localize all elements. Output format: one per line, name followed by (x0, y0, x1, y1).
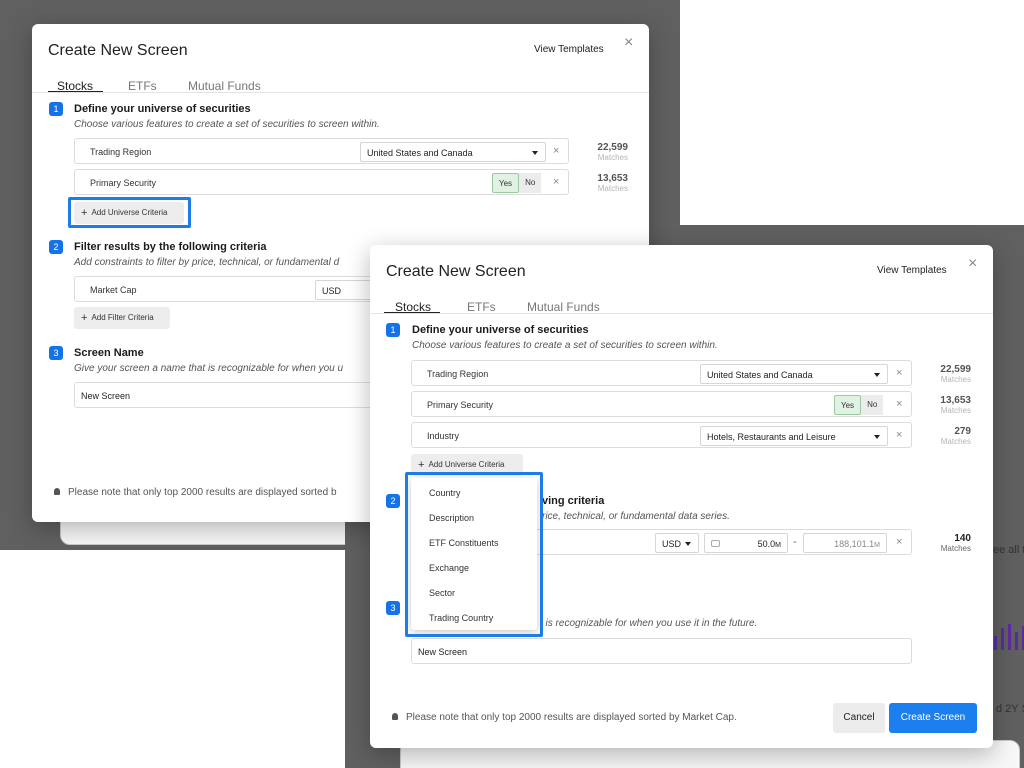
select-value: Hotels, Restaurants and Leisure (707, 432, 836, 442)
section-description: Choose various features to create a set … (412, 340, 718, 351)
select-value: USD (322, 286, 342, 296)
caret-down-icon (532, 151, 538, 155)
section-description: rice, technical, or fundamental data ser… (542, 511, 730, 522)
range-separator: - (793, 536, 797, 548)
tab-mutual-funds[interactable]: Mutual Funds (188, 79, 261, 93)
results-note: Please note that only top 2000 results a… (392, 712, 737, 723)
select-value: United States and Canada (367, 148, 473, 158)
background-text: d 2Y Sa (996, 703, 1024, 715)
criteria-row-trading-region: Trading Region United States and Canada … (411, 360, 912, 386)
tag-icon (711, 540, 720, 547)
background-text: ee all te (993, 544, 1024, 556)
remove-criteria-icon[interactable]: × (896, 368, 902, 379)
view-templates-link[interactable]: View Templates (534, 44, 604, 55)
results-note: Please note that only top 2000 results a… (54, 487, 337, 498)
section-title: ving criteria (542, 495, 605, 507)
match-count: 22,599 Matches (940, 364, 971, 384)
plus-icon: + (418, 459, 425, 471)
section-description: Give your screen a name that is recogniz… (74, 363, 344, 374)
yes-no-toggle: Yes No (492, 173, 542, 193)
section-description: Add constraints to filter by price, tech… (74, 257, 340, 268)
criteria-label: Trading Region (90, 147, 152, 157)
trading-region-select[interactable]: United States and Canada (360, 142, 546, 162)
criteria-label: Market Cap (90, 285, 137, 295)
step-badge: 3 (49, 346, 63, 360)
remove-criteria-icon[interactable]: × (896, 399, 902, 410)
section-description: Choose various features to create a set … (74, 119, 380, 130)
callout-highlight (405, 472, 543, 637)
trading-region-select[interactable]: United States and Canada (700, 364, 888, 384)
criteria-row-trading-region: Trading Region United States and Canada … (74, 138, 569, 164)
criteria-label: Industry (427, 431, 460, 441)
modal-title: Create New Screen (48, 42, 188, 59)
step-badge: 2 (49, 240, 63, 254)
criteria-row-primary-security: Primary Security Yes No × (74, 169, 569, 195)
plus-icon: + (81, 312, 88, 324)
screen-name-input[interactable]: New Screen (411, 638, 912, 664)
create-screen-button[interactable]: Create Screen (889, 703, 977, 733)
match-count: 13,653 Matches (597, 173, 628, 193)
currency-select[interactable]: USD (655, 533, 699, 553)
close-icon[interactable]: × (624, 35, 633, 51)
step-badge: 1 (49, 102, 63, 116)
yes-no-toggle: Yes No (834, 395, 884, 415)
tab-bar: Stocks ETFs Mutual Funds (32, 79, 649, 93)
criteria-label: Primary Security (90, 178, 157, 188)
lightbulb-icon (392, 713, 398, 720)
caret-down-icon (874, 435, 880, 439)
criteria-row-industry: Industry Hotels, Restaurants and Leisure… (411, 422, 912, 448)
add-filter-criteria-button[interactable]: + Add Filter Criteria (74, 307, 170, 329)
criteria-label: Trading Region (427, 369, 489, 379)
screen-name-input[interactable]: New Screen (74, 382, 374, 408)
yes-option[interactable]: Yes (492, 173, 520, 193)
tab-divider (370, 313, 993, 314)
section-title: Screen Name (74, 347, 144, 359)
cancel-button[interactable]: Cancel (833, 703, 885, 733)
section-description: t is recognizable for when you use it in… (540, 618, 758, 629)
criteria-row-market-cap: Market Cap USD (74, 276, 385, 302)
section-title: Filter results by the following criteria (74, 241, 267, 253)
section-title: Define your universe of securities (412, 324, 589, 336)
remove-criteria-icon[interactable]: × (896, 430, 902, 441)
view-templates-link[interactable]: View Templates (877, 265, 947, 276)
match-count: 13,653 Matches (940, 395, 971, 415)
select-value: United States and Canada (707, 370, 813, 380)
background-chart-bars (994, 622, 1024, 650)
caret-down-icon (685, 542, 691, 546)
tab-etfs[interactable]: ETFs (128, 79, 157, 93)
min-value-input[interactable]: 50.0M (704, 533, 788, 553)
yes-option[interactable]: Yes (834, 395, 862, 415)
match-count: 140 Matches (940, 533, 971, 553)
select-value: USD (662, 539, 682, 549)
criteria-label: Primary Security (427, 400, 494, 410)
caret-down-icon (874, 373, 880, 377)
tab-etfs[interactable]: ETFs (467, 300, 496, 314)
step-badge: 2 (386, 494, 400, 508)
section-title: Define your universe of securities (74, 103, 251, 115)
criteria-row-primary-security: Primary Security Yes No × (411, 391, 912, 417)
max-value-input[interactable]: 188,101.1M (803, 533, 887, 553)
step-badge: 3 (386, 601, 400, 615)
no-option[interactable]: No (861, 395, 884, 415)
lightbulb-icon (54, 488, 60, 495)
no-option[interactable]: No (519, 173, 542, 193)
tab-bar: Stocks ETFs Mutual Funds (370, 300, 993, 314)
callout-highlight (68, 197, 191, 228)
modal-title: Create New Screen (386, 263, 526, 280)
step-badge: 1 (386, 323, 400, 337)
industry-select[interactable]: Hotels, Restaurants and Leisure (700, 426, 888, 446)
close-icon[interactable]: × (968, 256, 977, 272)
tab-divider (32, 92, 649, 93)
remove-criteria-icon[interactable]: × (896, 537, 902, 548)
match-count: 279 Matches (940, 426, 971, 446)
tab-mutual-funds[interactable]: Mutual Funds (527, 300, 600, 314)
remove-criteria-icon[interactable]: × (553, 177, 559, 188)
remove-criteria-icon[interactable]: × (553, 146, 559, 157)
match-count: 22,599 Matches (597, 142, 628, 162)
